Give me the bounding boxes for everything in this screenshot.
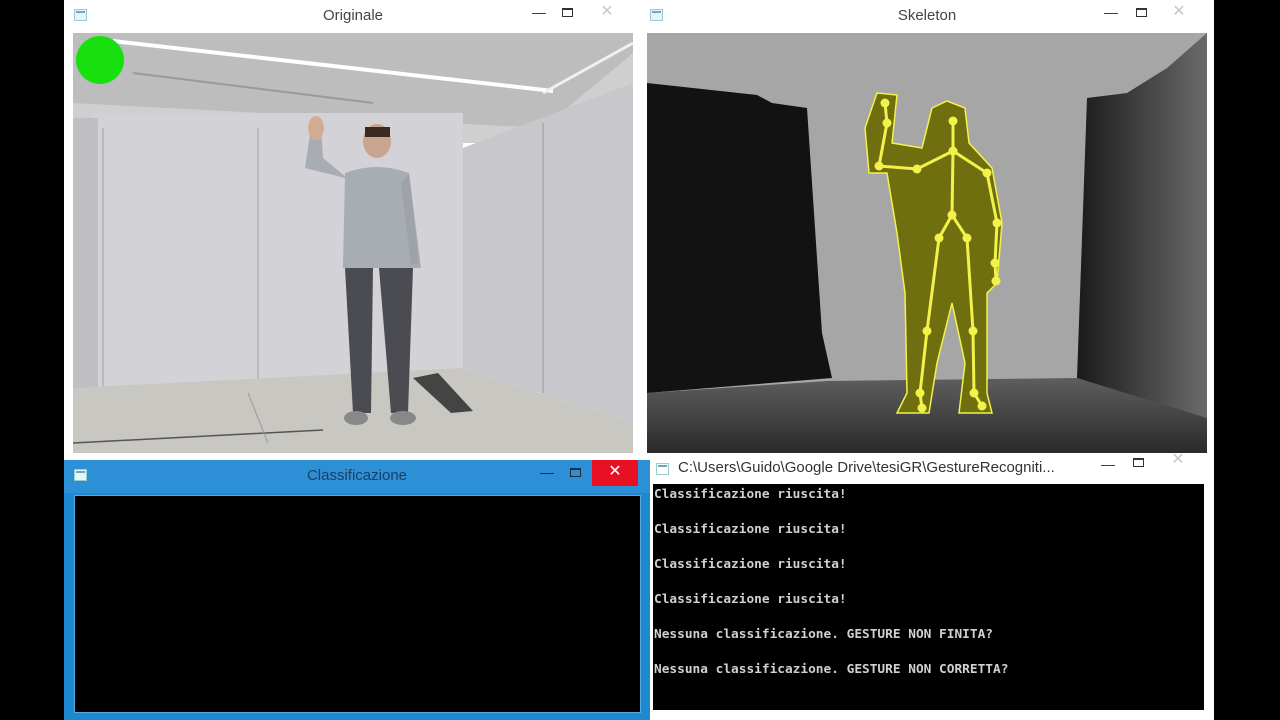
classification-output-area — [74, 495, 641, 713]
maximize-button[interactable] — [1126, 0, 1156, 26]
joint-foot-right — [917, 403, 927, 413]
maximize-icon — [569, 468, 581, 477]
console-titlebar[interactable]: C:\Users\Guido\Google Drive\tesiGR\Gestu… — [650, 451, 1214, 484]
originale-window[interactable]: Originale — ✕ — [64, 0, 642, 460]
close-button[interactable]: ✕ — [584, 0, 630, 26]
console-line: Classificazione riuscita! — [654, 557, 847, 572]
depth-view — [647, 33, 1207, 453]
joint-hip-right — [934, 233, 944, 243]
joint-foot-left — [977, 401, 987, 411]
close-button[interactable]: ✕ — [1156, 0, 1202, 26]
joint-knee-left — [968, 326, 978, 336]
maximize-icon — [561, 8, 573, 17]
originale-titlebar[interactable]: Originale — ✕ — [64, 0, 642, 33]
camera-view — [73, 33, 633, 453]
camera-frame — [73, 33, 633, 453]
console-line: Classificazione riuscita! — [654, 487, 847, 502]
joint-shoulder-right — [912, 164, 922, 174]
window-title: C:\Users\Guido\Google Drive\tesiGR\Gestu… — [678, 459, 1055, 476]
close-button[interactable]: ✕ — [1155, 448, 1201, 474]
maximize-icon — [1135, 8, 1147, 17]
status-indicator-icon — [76, 36, 124, 84]
console-window[interactable]: C:\Users\Guido\Google Drive\tesiGR\Gestu… — [650, 451, 1214, 720]
maximize-button[interactable] — [1123, 450, 1153, 476]
joint-hand-right — [880, 98, 890, 108]
joint-knee-right — [922, 326, 932, 336]
console-output[interactable]: Classificazione riuscita! Classificazion… — [653, 484, 1204, 710]
joint-wrist-left — [990, 258, 1000, 268]
classificazione-titlebar[interactable]: Classificazione — ✕ — [64, 460, 650, 493]
maximize-button[interactable] — [560, 460, 590, 486]
minimize-button[interactable]: — — [532, 460, 562, 486]
joint-spine — [947, 210, 957, 220]
console-icon — [656, 463, 669, 475]
skeleton-window[interactable]: Skeleton — ✕ — [640, 0, 1214, 460]
joint-shoulder-left — [982, 168, 992, 178]
joint-ankle-right — [915, 388, 925, 398]
joint-ankle-left — [969, 388, 979, 398]
joint-elbow-left — [992, 218, 1002, 228]
joint-head — [948, 116, 958, 126]
console-line: Classificazione riuscita! — [654, 522, 847, 537]
joint-shoulder-center — [948, 146, 958, 156]
minimize-button[interactable]: — — [524, 0, 554, 26]
joint-hand-left — [991, 276, 1001, 286]
joint-elbow-right — [874, 161, 884, 171]
maximize-icon — [1132, 458, 1144, 467]
minimize-button[interactable]: — — [1096, 0, 1126, 26]
console-line: Nessuna classificazione. GESTURE NON COR… — [654, 662, 1009, 677]
joint-wrist-right — [882, 118, 892, 128]
console-line: Nessuna classificazione. GESTURE NON FIN… — [654, 627, 993, 642]
depth-frame — [647, 33, 1207, 453]
console-line: Classificazione riuscita! — [654, 592, 847, 607]
skeleton-titlebar[interactable]: Skeleton — ✕ — [640, 0, 1214, 33]
joint-hip-left — [962, 233, 972, 243]
maximize-button[interactable] — [552, 0, 582, 26]
close-button[interactable]: ✕ — [592, 460, 638, 486]
classificazione-window[interactable]: Classificazione — ✕ — [64, 460, 650, 720]
minimize-button[interactable]: — — [1093, 452, 1123, 478]
